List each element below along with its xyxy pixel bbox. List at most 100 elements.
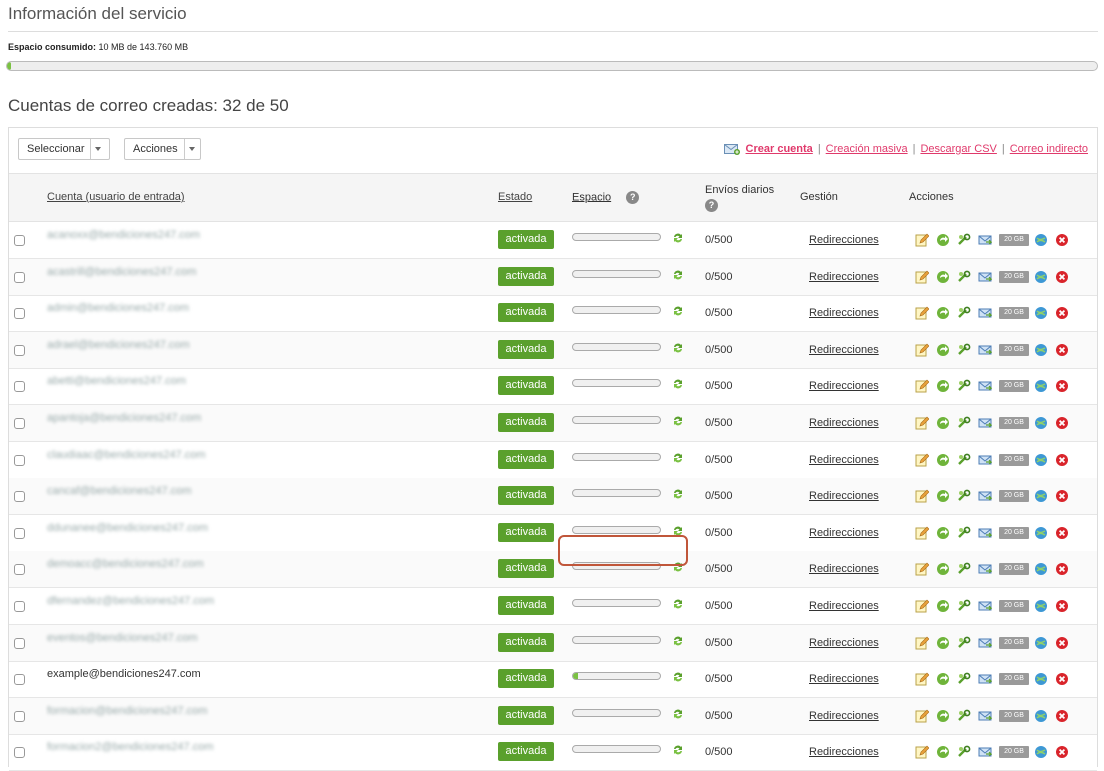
refresh-icon[interactable] bbox=[671, 304, 685, 318]
edit-icon[interactable] bbox=[915, 526, 936, 540]
header-space[interactable]: Espacio bbox=[572, 191, 611, 203]
mail-icon[interactable] bbox=[978, 599, 999, 613]
settings-icon[interactable] bbox=[957, 453, 978, 467]
delete-icon[interactable] bbox=[1055, 636, 1076, 650]
webmail-icon[interactable] bbox=[1034, 709, 1055, 723]
row-checkbox[interactable] bbox=[14, 601, 25, 612]
mail-icon[interactable] bbox=[978, 379, 999, 393]
forward-icon[interactable] bbox=[936, 489, 957, 503]
webmail-icon[interactable] bbox=[1034, 636, 1055, 650]
header-status[interactable]: Estado bbox=[498, 191, 532, 203]
mail-icon[interactable] bbox=[978, 489, 999, 503]
webmail-icon[interactable] bbox=[1034, 379, 1055, 393]
quota-icon[interactable]: 20 GB bbox=[999, 234, 1029, 246]
delete-icon[interactable] bbox=[1055, 562, 1076, 576]
redirections-link[interactable]: Redirecciones bbox=[809, 637, 879, 649]
delete-icon[interactable] bbox=[1055, 672, 1076, 686]
webmail-icon[interactable] bbox=[1034, 489, 1055, 503]
edit-icon[interactable] bbox=[915, 379, 936, 393]
redirections-link[interactable]: Redirecciones bbox=[809, 271, 879, 283]
forward-icon[interactable] bbox=[936, 562, 957, 576]
webmail-icon[interactable] bbox=[1034, 599, 1055, 613]
redirections-link[interactable]: Redirecciones bbox=[809, 490, 879, 502]
row-checkbox[interactable] bbox=[14, 747, 25, 759]
forward-icon[interactable] bbox=[936, 636, 957, 650]
forward-icon[interactable] bbox=[936, 672, 957, 686]
delete-icon[interactable] bbox=[1055, 343, 1076, 357]
settings-icon[interactable] bbox=[957, 489, 978, 503]
forward-icon[interactable] bbox=[936, 416, 957, 430]
help-icon[interactable]: ? bbox=[626, 191, 640, 204]
forward-icon[interactable] bbox=[936, 233, 957, 247]
redirections-link[interactable]: Redirecciones bbox=[809, 380, 879, 392]
webmail-icon[interactable] bbox=[1034, 270, 1055, 284]
forward-icon[interactable] bbox=[936, 709, 957, 723]
bulk-create-link[interactable]: Creación masiva bbox=[826, 143, 908, 155]
edit-icon[interactable] bbox=[915, 453, 936, 467]
forward-icon[interactable] bbox=[936, 745, 957, 759]
settings-icon[interactable] bbox=[957, 233, 978, 247]
forward-icon[interactable] bbox=[936, 453, 957, 467]
row-checkbox[interactable] bbox=[14, 308, 25, 320]
mail-icon[interactable] bbox=[978, 562, 999, 576]
edit-icon[interactable] bbox=[915, 636, 936, 650]
mail-icon[interactable] bbox=[978, 453, 999, 467]
settings-icon[interactable] bbox=[957, 672, 978, 686]
quota-icon[interactable]: 20 GB bbox=[999, 563, 1029, 576]
settings-icon[interactable] bbox=[957, 709, 978, 723]
settings-icon[interactable] bbox=[957, 562, 978, 576]
edit-icon[interactable] bbox=[915, 233, 936, 247]
edit-icon[interactable] bbox=[915, 306, 936, 320]
select-dropdown[interactable]: Seleccionar bbox=[18, 138, 110, 160]
webmail-icon[interactable] bbox=[1034, 453, 1055, 467]
webmail-icon[interactable] bbox=[1034, 526, 1055, 540]
header-account[interactable]: Cuenta (usuario de entrada) bbox=[47, 191, 185, 203]
delete-icon[interactable] bbox=[1055, 379, 1076, 393]
quota-icon[interactable]: 20 GB bbox=[999, 636, 1029, 649]
create-account-link[interactable]: Crear cuenta bbox=[746, 143, 813, 155]
edit-icon[interactable] bbox=[915, 270, 936, 284]
refresh-icon[interactable] bbox=[671, 451, 685, 465]
refresh-icon[interactable] bbox=[671, 597, 685, 611]
indirect-mail-link[interactable]: Correo indirecto bbox=[1010, 143, 1088, 155]
forward-icon[interactable] bbox=[936, 379, 957, 393]
webmail-icon[interactable] bbox=[1034, 233, 1055, 247]
refresh-icon[interactable] bbox=[671, 487, 685, 501]
quota-icon[interactable]: 20 GB bbox=[999, 526, 1029, 539]
redirections-link[interactable]: Redirecciones bbox=[809, 234, 879, 246]
mail-icon[interactable] bbox=[978, 709, 999, 723]
forward-icon[interactable] bbox=[936, 343, 957, 357]
download-csv-link[interactable]: Descargar CSV bbox=[920, 143, 996, 155]
edit-icon[interactable] bbox=[915, 562, 936, 576]
quota-icon[interactable]: 20 GB bbox=[999, 343, 1029, 356]
mail-icon[interactable] bbox=[978, 343, 999, 357]
quota-icon[interactable]: 20 GB bbox=[999, 490, 1029, 503]
refresh-icon[interactable] bbox=[671, 377, 685, 391]
delete-icon[interactable] bbox=[1055, 416, 1076, 430]
mail-icon[interactable] bbox=[978, 233, 999, 247]
settings-icon[interactable] bbox=[957, 745, 978, 759]
redirections-link[interactable]: Redirecciones bbox=[809, 746, 879, 758]
delete-icon[interactable] bbox=[1055, 599, 1076, 613]
quota-icon[interactable]: 20 GB bbox=[999, 709, 1029, 722]
edit-icon[interactable] bbox=[915, 709, 936, 723]
redirections-link[interactable]: Redirecciones bbox=[809, 527, 879, 539]
edit-icon[interactable] bbox=[915, 672, 936, 686]
quota-icon[interactable]: 20 GB bbox=[999, 673, 1029, 686]
row-checkbox[interactable] bbox=[14, 674, 25, 686]
help-icon[interactable]: ? bbox=[705, 199, 718, 212]
redirections-link[interactable]: Redirecciones bbox=[809, 417, 879, 429]
row-checkbox[interactable] bbox=[14, 418, 25, 429]
mail-icon[interactable] bbox=[978, 270, 999, 284]
webmail-icon[interactable] bbox=[1034, 343, 1055, 357]
settings-icon[interactable] bbox=[957, 270, 978, 284]
mail-icon[interactable] bbox=[978, 636, 999, 650]
mail-icon[interactable] bbox=[978, 416, 999, 430]
settings-icon[interactable] bbox=[957, 526, 978, 540]
refresh-icon[interactable] bbox=[671, 341, 685, 355]
actions-dropdown[interactable]: Acciones bbox=[124, 138, 201, 160]
forward-icon[interactable] bbox=[936, 306, 957, 320]
forward-icon[interactable] bbox=[936, 270, 957, 284]
refresh-icon[interactable] bbox=[671, 634, 685, 648]
redirections-link[interactable]: Redirecciones bbox=[809, 600, 879, 612]
